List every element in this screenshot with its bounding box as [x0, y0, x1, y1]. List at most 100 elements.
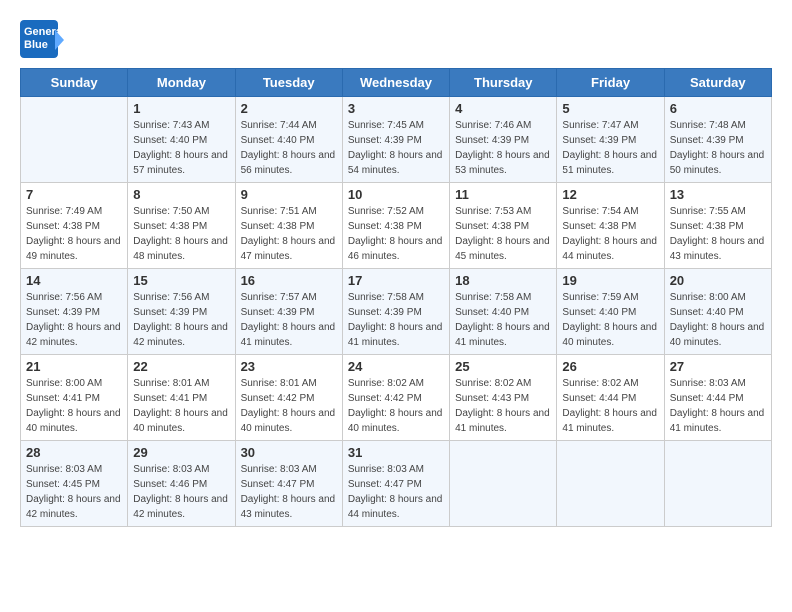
- day-number: 12: [562, 187, 658, 202]
- day-number: 27: [670, 359, 766, 374]
- calendar-cell: 11 Sunrise: 7:53 AM Sunset: 4:38 PM Dayl…: [450, 183, 557, 269]
- day-number: 30: [241, 445, 337, 460]
- calendar-cell: 31 Sunrise: 8:03 AM Sunset: 4:47 PM Dayl…: [342, 441, 449, 527]
- weekday-header-tuesday: Tuesday: [235, 69, 342, 97]
- day-info: Sunrise: 7:56 AM Sunset: 4:39 PM Dayligh…: [26, 290, 122, 350]
- day-info: Sunrise: 7:49 AM Sunset: 4:38 PM Dayligh…: [26, 204, 122, 264]
- weekday-header-wednesday: Wednesday: [342, 69, 449, 97]
- page-header: General Blue: [20, 20, 772, 58]
- weekday-header-saturday: Saturday: [664, 69, 771, 97]
- calendar-cell: 21 Sunrise: 8:00 AM Sunset: 4:41 PM Dayl…: [21, 355, 128, 441]
- day-info: Sunrise: 8:03 AM Sunset: 4:47 PM Dayligh…: [348, 462, 444, 522]
- day-info: Sunrise: 8:01 AM Sunset: 4:41 PM Dayligh…: [133, 376, 229, 436]
- day-number: 1: [133, 101, 229, 116]
- day-info: Sunrise: 8:02 AM Sunset: 4:44 PM Dayligh…: [562, 376, 658, 436]
- day-number: 23: [241, 359, 337, 374]
- day-info: Sunrise: 8:01 AM Sunset: 4:42 PM Dayligh…: [241, 376, 337, 436]
- day-number: 24: [348, 359, 444, 374]
- day-number: 6: [670, 101, 766, 116]
- day-number: 9: [241, 187, 337, 202]
- day-info: Sunrise: 7:57 AM Sunset: 4:39 PM Dayligh…: [241, 290, 337, 350]
- calendar-cell: 23 Sunrise: 8:01 AM Sunset: 4:42 PM Dayl…: [235, 355, 342, 441]
- calendar-cell: 13 Sunrise: 7:55 AM Sunset: 4:38 PM Dayl…: [664, 183, 771, 269]
- day-number: 5: [562, 101, 658, 116]
- day-number: 22: [133, 359, 229, 374]
- day-info: Sunrise: 7:52 AM Sunset: 4:38 PM Dayligh…: [348, 204, 444, 264]
- day-number: 26: [562, 359, 658, 374]
- logo-icon: General Blue: [20, 20, 64, 58]
- calendar-cell: 10 Sunrise: 7:52 AM Sunset: 4:38 PM Dayl…: [342, 183, 449, 269]
- day-info: Sunrise: 7:46 AM Sunset: 4:39 PM Dayligh…: [455, 118, 551, 178]
- calendar-cell: 19 Sunrise: 7:59 AM Sunset: 4:40 PM Dayl…: [557, 269, 664, 355]
- calendar-cell: 24 Sunrise: 8:02 AM Sunset: 4:42 PM Dayl…: [342, 355, 449, 441]
- day-number: 13: [670, 187, 766, 202]
- day-number: 21: [26, 359, 122, 374]
- calendar-week-2: 7 Sunrise: 7:49 AM Sunset: 4:38 PM Dayli…: [21, 183, 772, 269]
- calendar-cell: 7 Sunrise: 7:49 AM Sunset: 4:38 PM Dayli…: [21, 183, 128, 269]
- day-number: 3: [348, 101, 444, 116]
- calendar-cell: 14 Sunrise: 7:56 AM Sunset: 4:39 PM Dayl…: [21, 269, 128, 355]
- logo: General Blue: [20, 20, 64, 58]
- calendar-cell: 15 Sunrise: 7:56 AM Sunset: 4:39 PM Dayl…: [128, 269, 235, 355]
- day-number: 31: [348, 445, 444, 460]
- day-number: 10: [348, 187, 444, 202]
- svg-text:Blue: Blue: [24, 39, 48, 51]
- day-info: Sunrise: 7:58 AM Sunset: 4:39 PM Dayligh…: [348, 290, 444, 350]
- day-info: Sunrise: 7:58 AM Sunset: 4:40 PM Dayligh…: [455, 290, 551, 350]
- day-info: Sunrise: 7:55 AM Sunset: 4:38 PM Dayligh…: [670, 204, 766, 264]
- day-number: 19: [562, 273, 658, 288]
- day-info: Sunrise: 8:02 AM Sunset: 4:43 PM Dayligh…: [455, 376, 551, 436]
- day-number: 2: [241, 101, 337, 116]
- day-info: Sunrise: 8:03 AM Sunset: 4:45 PM Dayligh…: [26, 462, 122, 522]
- calendar-cell: 27 Sunrise: 8:03 AM Sunset: 4:44 PM Dayl…: [664, 355, 771, 441]
- weekday-header-friday: Friday: [557, 69, 664, 97]
- calendar-cell: 28 Sunrise: 8:03 AM Sunset: 4:45 PM Dayl…: [21, 441, 128, 527]
- day-number: 18: [455, 273, 551, 288]
- calendar-cell: 6 Sunrise: 7:48 AM Sunset: 4:39 PM Dayli…: [664, 97, 771, 183]
- day-number: 25: [455, 359, 551, 374]
- calendar-cell: 4 Sunrise: 7:46 AM Sunset: 4:39 PM Dayli…: [450, 97, 557, 183]
- day-info: Sunrise: 7:43 AM Sunset: 4:40 PM Dayligh…: [133, 118, 229, 178]
- day-number: 29: [133, 445, 229, 460]
- day-info: Sunrise: 8:00 AM Sunset: 4:40 PM Dayligh…: [670, 290, 766, 350]
- calendar-cell: 18 Sunrise: 7:58 AM Sunset: 4:40 PM Dayl…: [450, 269, 557, 355]
- day-info: Sunrise: 7:44 AM Sunset: 4:40 PM Dayligh…: [241, 118, 337, 178]
- day-number: 8: [133, 187, 229, 202]
- calendar-table: SundayMondayTuesdayWednesdayThursdayFrid…: [20, 68, 772, 527]
- day-number: 28: [26, 445, 122, 460]
- day-info: Sunrise: 8:03 AM Sunset: 4:46 PM Dayligh…: [133, 462, 229, 522]
- day-info: Sunrise: 8:03 AM Sunset: 4:47 PM Dayligh…: [241, 462, 337, 522]
- day-number: 17: [348, 273, 444, 288]
- calendar-cell: 1 Sunrise: 7:43 AM Sunset: 4:40 PM Dayli…: [128, 97, 235, 183]
- calendar-cell: 5 Sunrise: 7:47 AM Sunset: 4:39 PM Dayli…: [557, 97, 664, 183]
- calendar-header: SundayMondayTuesdayWednesdayThursdayFrid…: [21, 69, 772, 97]
- calendar-cell: 26 Sunrise: 8:02 AM Sunset: 4:44 PM Dayl…: [557, 355, 664, 441]
- calendar-cell: 16 Sunrise: 7:57 AM Sunset: 4:39 PM Dayl…: [235, 269, 342, 355]
- day-number: 14: [26, 273, 122, 288]
- day-info: Sunrise: 7:53 AM Sunset: 4:38 PM Dayligh…: [455, 204, 551, 264]
- day-number: 7: [26, 187, 122, 202]
- day-info: Sunrise: 7:56 AM Sunset: 4:39 PM Dayligh…: [133, 290, 229, 350]
- calendar-cell: 25 Sunrise: 8:02 AM Sunset: 4:43 PM Dayl…: [450, 355, 557, 441]
- calendar-cell: 8 Sunrise: 7:50 AM Sunset: 4:38 PM Dayli…: [128, 183, 235, 269]
- weekday-header-monday: Monday: [128, 69, 235, 97]
- calendar-cell: 2 Sunrise: 7:44 AM Sunset: 4:40 PM Dayli…: [235, 97, 342, 183]
- day-info: Sunrise: 7:48 AM Sunset: 4:39 PM Dayligh…: [670, 118, 766, 178]
- day-info: Sunrise: 8:03 AM Sunset: 4:44 PM Dayligh…: [670, 376, 766, 436]
- calendar-week-4: 21 Sunrise: 8:00 AM Sunset: 4:41 PM Dayl…: [21, 355, 772, 441]
- calendar-cell: [21, 97, 128, 183]
- day-number: 4: [455, 101, 551, 116]
- calendar-week-5: 28 Sunrise: 8:03 AM Sunset: 4:45 PM Dayl…: [21, 441, 772, 527]
- calendar-cell: 12 Sunrise: 7:54 AM Sunset: 4:38 PM Dayl…: [557, 183, 664, 269]
- weekday-header-sunday: Sunday: [21, 69, 128, 97]
- calendar-cell: 20 Sunrise: 8:00 AM Sunset: 4:40 PM Dayl…: [664, 269, 771, 355]
- day-info: Sunrise: 7:50 AM Sunset: 4:38 PM Dayligh…: [133, 204, 229, 264]
- calendar-cell: 22 Sunrise: 8:01 AM Sunset: 4:41 PM Dayl…: [128, 355, 235, 441]
- day-info: Sunrise: 7:47 AM Sunset: 4:39 PM Dayligh…: [562, 118, 658, 178]
- day-number: 20: [670, 273, 766, 288]
- day-number: 15: [133, 273, 229, 288]
- calendar-cell: [664, 441, 771, 527]
- calendar-cell: [450, 441, 557, 527]
- calendar-cell: 3 Sunrise: 7:45 AM Sunset: 4:39 PM Dayli…: [342, 97, 449, 183]
- day-info: Sunrise: 7:51 AM Sunset: 4:38 PM Dayligh…: [241, 204, 337, 264]
